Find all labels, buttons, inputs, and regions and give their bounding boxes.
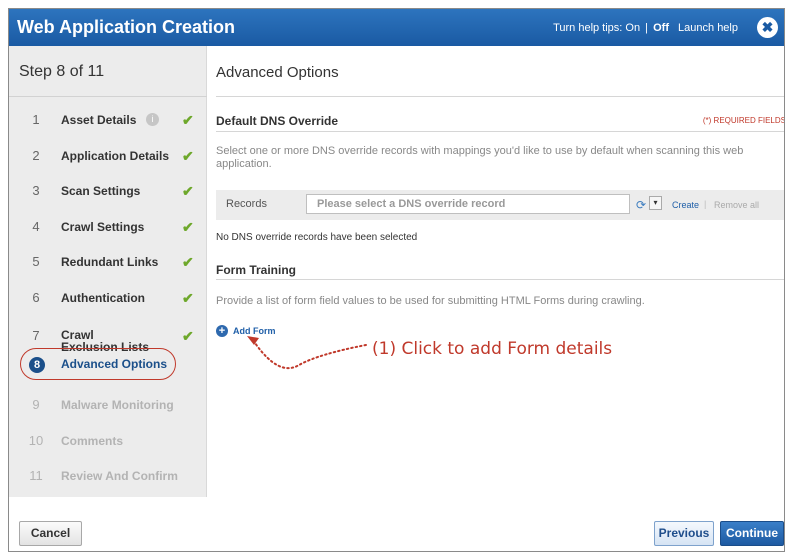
- continue-button[interactable]: Continue: [720, 521, 784, 546]
- cancel-button[interactable]: Cancel: [19, 521, 82, 546]
- previous-button[interactable]: Previous: [654, 521, 714, 546]
- dotted-curve-arrow-path: [254, 342, 367, 370]
- web-application-creation-dialog: Web Application Creation Turn help tips:…: [8, 8, 785, 552]
- dialog-footer: Cancel Previous Continue: [9, 497, 784, 551]
- annotation-callout-text: (1) Click to add Form details: [372, 339, 613, 359]
- arrow-head: [247, 336, 259, 345]
- annotation-arrow: [247, 336, 367, 370]
